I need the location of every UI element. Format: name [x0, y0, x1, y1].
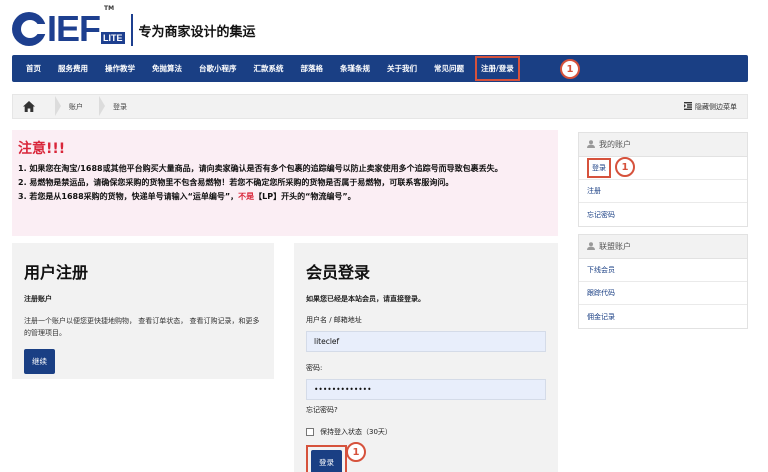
sidebar-item-login[interactable]: 登录	[579, 157, 747, 180]
notice-line-1: 1. 如果您在淘宝/1688或其他平台购买大量商品，请向卖家确认是否有多个包裹的…	[18, 164, 503, 173]
notice-box: 注意!!! 1. 如果您在淘宝/1688或其他平台购买大量商品，请向卖家确认是否…	[12, 130, 558, 236]
sidebar-item-login-label: 登录	[587, 158, 611, 178]
logo-tm: TM	[104, 5, 115, 12]
sidebar-item-tracking-code[interactable]: 跟踪代码	[579, 282, 747, 305]
nav-item-faq[interactable]: 常见问题	[434, 63, 464, 74]
step-marker-badge: 1	[346, 442, 366, 462]
my-account-header: 我的账户	[579, 133, 747, 157]
my-account-menu: 我的账户 登录 注册 忘记密码	[578, 132, 748, 227]
login-panel: 会员登录 如果您已经是本站会员，请直接登录。 用户名 / 邮箱地址 litecl…	[294, 243, 558, 472]
sidebar-item-tracking-code-label: 跟踪代码	[587, 289, 615, 297]
toggle-sidebar-label: 隐藏侧边菜单	[695, 102, 737, 111]
affiliate-menu: 联盟账户 下线会员 跟踪代码 佣金记录	[578, 234, 748, 329]
register-title: 用户注册	[24, 263, 89, 282]
nav-item-blog[interactable]: 部落格	[301, 63, 324, 74]
nav-item-fees[interactable]: 服务费用	[58, 63, 88, 74]
nav-item-remittance[interactable]: 汇款系统	[254, 63, 284, 74]
nav-item-miniprogram[interactable]: 台歌小程序	[199, 63, 237, 74]
remember-me-checkbox[interactable]	[306, 428, 314, 436]
list-indent-icon	[684, 101, 692, 112]
user-icon	[587, 139, 595, 150]
step-marker-badge: 1	[560, 59, 580, 79]
home-icon[interactable]	[13, 101, 45, 112]
login-subtitle: 如果您已经是本站会员，请直接登录。	[306, 295, 425, 303]
login-title: 会员登录	[306, 263, 371, 282]
logo-divider	[130, 14, 133, 46]
sidebar-item-commission[interactable]: 佣金记录	[579, 305, 747, 328]
logo-slogan: 专为商家设计的集运	[138, 25, 256, 40]
notice-title: 注意!!!	[18, 141, 66, 157]
notice-line-3: 3. 若您是从1688采购的货物，快递单号请输入“运单编号”，不是【LP】开头的…	[18, 191, 552, 202]
register-subtitle: 注册账户	[24, 295, 52, 303]
nav-item-tutorial[interactable]: 操作教学	[105, 63, 135, 74]
logo-lite: LITE	[101, 32, 125, 44]
sidebar-item-register[interactable]: 注册	[579, 180, 747, 203]
breadcrumb: 账户 登录 隐藏侧边菜单	[12, 94, 748, 119]
nav-item-terms[interactable]: 条瑾条规	[340, 63, 370, 74]
main-nav: 首页 服务费用 操作教学 免抛算法 台歌小程序 汇款系统 部落格 条瑾条规 关于…	[12, 55, 748, 82]
logo-c-mark	[12, 12, 48, 46]
continue-button[interactable]: 继续	[24, 349, 55, 374]
notice-line-3-emphasis: 不是	[238, 192, 255, 201]
password-input[interactable]: •••••••••••••	[306, 379, 546, 400]
my-account-title: 我的账户	[599, 140, 631, 149]
notice-line-3-end: 【LP】开头的“物流编号”。	[254, 192, 356, 201]
sidebar-item-commission-label: 佣金记录	[587, 312, 615, 321]
site-logo[interactable]: IEF LITE TM 专为商家设计的集运	[12, 5, 256, 49]
sidebar-item-forgot-password-label: 忘记密码	[587, 210, 615, 219]
login-button[interactable]: 登录	[311, 450, 342, 472]
nav-item-algorithm[interactable]: 免抛算法	[152, 63, 182, 74]
affiliate-header: 联盟账户	[579, 235, 747, 259]
password-label: 密码:	[306, 364, 323, 372]
notice-line-2: 2. 易燃物是禁运品，请确保您采购的货物里不包含易燃物！若您不确定您所采购的货物…	[18, 178, 454, 187]
username-label: 用户名 / 邮箱地址	[306, 316, 362, 324]
remember-me[interactable]: 保持登入状态（30天）	[306, 427, 546, 437]
logo-brand: IEF	[47, 8, 101, 49]
remember-me-label: 保持登入状态（30天）	[320, 428, 392, 436]
login-button-highlight: 登录	[306, 445, 347, 472]
notice-line-3-start: 3. 若您是从1688采购的货物，快递单号请输入“运单编号”，	[18, 192, 239, 201]
breadcrumb-login[interactable]: 登录	[99, 95, 127, 116]
nav-item-home[interactable]: 首页	[26, 63, 41, 74]
nav-item-register-login[interactable]: 注册/登录	[475, 56, 520, 81]
forgot-password-link[interactable]: 忘记密码?	[306, 405, 546, 415]
affiliate-title: 联盟账户	[599, 242, 631, 251]
sidebar-item-register-label: 注册	[587, 187, 601, 195]
username-input[interactable]: liteclef	[306, 331, 546, 352]
register-panel: 用户注册 注册账户 注册一个账户以便您更快捷地购物， 查看订单状态， 查看订购记…	[12, 243, 274, 379]
register-description: 注册一个账户以便您更快捷地购物， 查看订单状态， 查看订购记录，和更多的管理项目…	[24, 317, 260, 337]
step-marker-badge: 1	[615, 157, 635, 177]
breadcrumb-account[interactable]: 账户	[55, 95, 83, 116]
sidebar-item-forgot-password[interactable]: 忘记密码	[579, 203, 747, 226]
user-icon	[587, 241, 595, 252]
sidebar-item-downline[interactable]: 下线会员	[579, 259, 747, 282]
toggle-sidebar-button[interactable]: 隐藏侧边菜单	[684, 101, 737, 112]
sidebar-item-downline-label: 下线会员	[587, 266, 615, 274]
nav-item-about[interactable]: 关于我们	[387, 63, 417, 74]
